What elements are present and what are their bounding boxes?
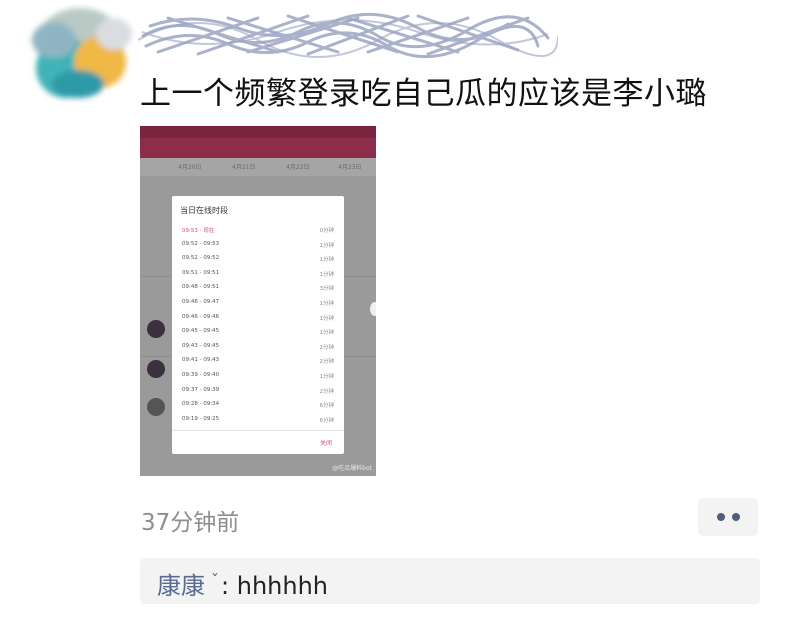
session-row: 09:48 - 09:51 3分钟	[172, 284, 344, 299]
session-range: 09:41 - 09:43	[182, 357, 220, 364]
session-range: 09:46 - 09:46	[182, 313, 220, 320]
image-side-handle	[370, 302, 376, 316]
session-duration: 0分钟	[319, 228, 335, 234]
emoji-icon: ˇ	[211, 571, 219, 590]
avatar[interactable]	[18, 4, 136, 106]
session-row: 09:41 - 09:43 2分钟	[172, 357, 344, 372]
session-row: 09:52 - 09:52 1分钟	[172, 255, 344, 270]
session-range: 09:19 - 09:25	[182, 415, 220, 422]
session-row: 09:28 - 09:34 6分钟	[172, 401, 344, 416]
image-status-bar	[140, 126, 376, 138]
post-text: 上一个频繁登录吃自己瓜的应该是李小璐	[140, 76, 707, 112]
session-duration: 3分钟	[319, 286, 335, 293]
session-range: 09:28 - 09:34	[182, 401, 220, 408]
image-date: 4月20日	[178, 164, 202, 171]
session-duration: 1分钟	[319, 242, 335, 249]
image-app-bar	[140, 138, 376, 158]
session-duration: 1分钟	[319, 330, 335, 337]
session-row: 09:46 - 09:46 1分钟	[172, 314, 344, 329]
username-censored[interactable]	[138, 6, 558, 62]
session-range: 09:52 - 09:53	[182, 240, 220, 247]
comment-item[interactable]: 康康 ˇ: hhhhhh	[157, 566, 328, 601]
session-duration: 1分钟	[319, 301, 335, 307]
session-duration: 6分钟	[319, 403, 335, 410]
session-row: 09:52 - 09:53 1分钟	[172, 241, 344, 256]
session-range: 09:43 - 09:45	[182, 342, 220, 349]
more-actions-button[interactable]	[698, 498, 758, 536]
dialog-close-label: 关闭	[319, 440, 332, 447]
session-duration: 2分钟	[319, 388, 335, 395]
session-row: 09:53 - 现在 0分钟	[172, 226, 344, 241]
session-row: 09:37 - 09:39 2分钟	[172, 387, 344, 402]
session-row: 09:43 - 09:45 2分钟	[172, 343, 344, 358]
session-duration: 1分钟	[319, 257, 335, 264]
post-timestamp: 37分钟前	[141, 510, 240, 536]
session-range: 09:52 - 09:52	[182, 255, 220, 262]
session-row: 09:19 - 09:25 6分钟	[172, 416, 344, 431]
image-date: 4月23日	[338, 164, 362, 171]
comment-author[interactable]: 康康	[157, 572, 205, 600]
session-duration: 1分钟	[319, 315, 335, 322]
dialog-divider	[172, 430, 344, 431]
session-row: 09:51 - 09:51 1分钟	[172, 270, 344, 285]
image-date: 4月21日	[232, 164, 256, 171]
screenshot-image[interactable]: 4月20日 4月21日 4月22日 4月23日 当日在线时段 09:53 - 现…	[140, 126, 376, 476]
image-watermark: @吃瓜爆料bot	[332, 465, 372, 472]
session-row: 09:46 - 09:47 1分钟	[172, 299, 344, 314]
image-bg-avatar	[147, 320, 165, 338]
session-row: 09:45 - 09:45 1分钟	[172, 328, 344, 343]
session-range: 09:48 - 09:51	[182, 284, 220, 291]
session-duration: 1分钟	[319, 374, 335, 380]
session-duration: 6分钟	[319, 417, 335, 424]
session-duration: 2分钟	[319, 344, 335, 351]
dot-icon	[731, 513, 740, 521]
comment-box: 康康 ˇ: hhhhhh	[140, 558, 760, 604]
image-bg-avatar	[147, 398, 165, 416]
comment-text: hhhhhh	[236, 572, 328, 600]
session-range: 09:53 - 现在	[182, 228, 215, 234]
session-duration: 1分钟	[319, 271, 335, 278]
comment-separator: :	[221, 572, 230, 600]
session-range: 09:39 - 09:40	[182, 372, 220, 378]
dot-icon	[716, 513, 725, 521]
image-date: 4月22日	[286, 164, 310, 171]
image-bg-avatar	[147, 360, 165, 378]
online-sessions-dialog: 当日在线时段 09:53 - 现在 0分钟 09:52 - 09:53 1分钟 …	[172, 196, 344, 454]
session-range: 09:37 - 09:39	[182, 386, 220, 393]
session-range: 09:51 - 09:51	[182, 269, 220, 276]
session-duration: 2分钟	[319, 359, 335, 366]
session-range: 09:45 - 09:45	[182, 328, 220, 335]
session-row: 09:39 - 09:40 1分钟	[172, 372, 344, 387]
dialog-title: 当日在线时段	[180, 206, 228, 215]
session-range: 09:46 - 09:47	[182, 299, 220, 305]
